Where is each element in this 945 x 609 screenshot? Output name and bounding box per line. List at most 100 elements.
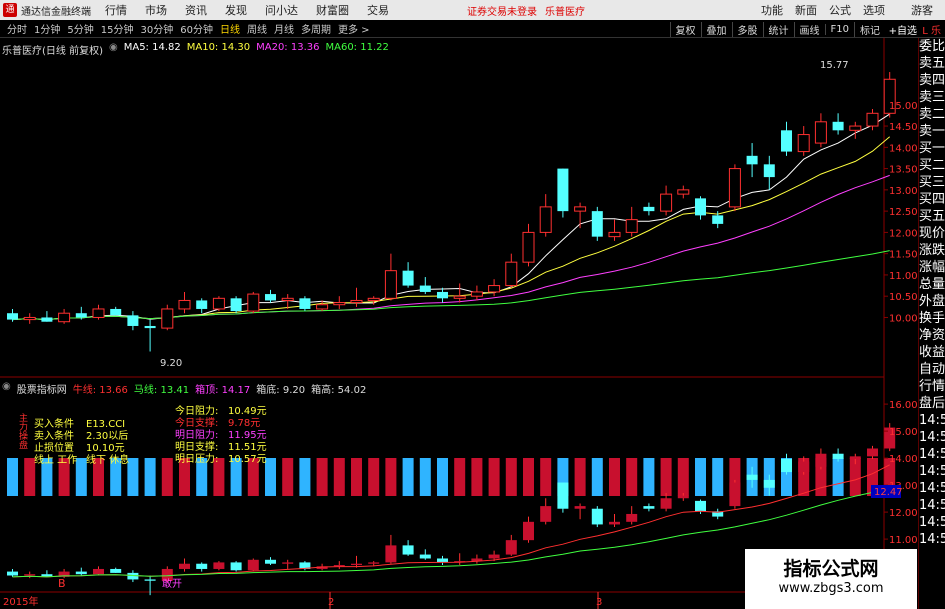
signal-b-label: B bbox=[58, 577, 66, 590]
side-panel-item[interactable]: 14:5 bbox=[919, 429, 945, 446]
candle-body bbox=[677, 189, 690, 195]
sub-block-bar bbox=[419, 458, 431, 496]
sub-candle-body bbox=[677, 495, 689, 499]
candle-body bbox=[781, 130, 792, 152]
sub-block-bar bbox=[385, 458, 397, 496]
date-3-label: 3 bbox=[596, 597, 602, 608]
side-panel-item[interactable]: 14:5 bbox=[919, 480, 945, 497]
side-panel-item[interactable]: 卖五 bbox=[919, 55, 945, 72]
sub-candle-body bbox=[213, 562, 225, 569]
side-panel-item[interactable]: 行情 bbox=[919, 378, 945, 395]
candle-body bbox=[625, 219, 638, 233]
side-panel-item[interactable]: 卖二 bbox=[919, 106, 945, 123]
side-panel-item[interactable]: 卖四 bbox=[919, 72, 945, 89]
sub-candle bbox=[41, 570, 53, 577]
candle-body bbox=[367, 297, 380, 301]
side-panel-item[interactable]: 14:5 bbox=[919, 463, 945, 480]
sub-candle-body bbox=[523, 521, 534, 541]
side-panel-item[interactable]: 14:5 bbox=[919, 446, 945, 463]
sub-block-bar bbox=[712, 458, 724, 496]
sub-candle-body bbox=[368, 562, 380, 564]
sub-block-bar bbox=[505, 458, 517, 496]
sub-candle bbox=[265, 557, 276, 566]
candle bbox=[350, 287, 363, 307]
main-candles bbox=[7, 72, 896, 352]
ma5-line bbox=[12, 113, 890, 321]
side-panel-item[interactable]: 净资 bbox=[919, 327, 945, 344]
box-mid-row-2: 10.10元 bbox=[86, 443, 125, 454]
candle-body bbox=[7, 313, 18, 320]
side-panel-item[interactable]: 自动 bbox=[919, 361, 945, 378]
candle bbox=[384, 253, 397, 301]
date-2-label: 2 bbox=[328, 597, 334, 608]
ma60-line bbox=[12, 250, 890, 321]
side-panel-item[interactable]: 外盘 bbox=[919, 293, 945, 310]
candle-body bbox=[797, 134, 810, 153]
candle-body bbox=[247, 293, 260, 312]
candle-body bbox=[281, 297, 294, 301]
side-panel-item[interactable]: 买一 bbox=[919, 140, 945, 157]
sub-candle bbox=[247, 558, 259, 572]
sub-block-bar bbox=[299, 458, 311, 496]
sub-candle-body bbox=[609, 521, 620, 525]
candle-body bbox=[144, 325, 156, 329]
candle-body bbox=[230, 298, 242, 312]
candle-body bbox=[574, 206, 587, 212]
side-panel-item[interactable]: 涨幅 bbox=[919, 259, 945, 276]
side-panel-item[interactable]: 涨跌 bbox=[919, 242, 945, 259]
box-right-val-4: 10.57元 bbox=[228, 454, 267, 465]
side-panel-item[interactable]: 14:5 bbox=[919, 412, 945, 429]
candle bbox=[574, 202, 587, 229]
candle bbox=[539, 194, 552, 237]
side-panel-item[interactable]: 总量 bbox=[919, 276, 945, 293]
side-panel-item[interactable]: 委比 bbox=[919, 38, 945, 55]
side-panel-item[interactable]: 14:5 bbox=[919, 531, 945, 548]
sub-block-bar bbox=[7, 458, 18, 496]
sub-candle bbox=[196, 562, 208, 572]
side-panel-item[interactable]: 现价 bbox=[919, 225, 945, 242]
sub-candle-body bbox=[781, 458, 792, 473]
sub-candle-body bbox=[247, 559, 259, 571]
candle bbox=[660, 185, 673, 216]
side-panel-item[interactable]: 买三 bbox=[919, 174, 945, 191]
sub-info-box: 主力操盘 买入条件 卖入条件 止损位置 线上 工作 E13.CCI 2.30以后… bbox=[17, 404, 267, 466]
sub-candle-body bbox=[265, 559, 276, 564]
side-panel-item[interactable]: 盘后 bbox=[919, 395, 945, 412]
candle bbox=[728, 164, 741, 212]
quote-side-panel: 委比 卖五 卖四 卖三 卖二 卖一 买一 买二 买三 买四 买五 现价 涨跌 涨幅 总量 外盘 换手 净资 收益 自动… bbox=[918, 38, 945, 609]
side-panel-item[interactable]: 买二 bbox=[919, 157, 945, 174]
candle-body bbox=[470, 291, 483, 297]
candle-body bbox=[437, 291, 448, 299]
side-panel-item[interactable]: 买五 bbox=[919, 208, 945, 225]
sub-block-bar bbox=[643, 458, 655, 496]
box-left-row-1: 卖入条件 bbox=[34, 429, 74, 442]
kline-chart-svg[interactable]: 15.00 14.50 14.00 13.50 13.00 12.50 12.00 11.50… bbox=[0, 0, 945, 609]
sub-candle-body bbox=[282, 562, 294, 564]
side-panel-item[interactable]: 收益 bbox=[919, 344, 945, 361]
sub-candle-body bbox=[849, 456, 861, 459]
candle bbox=[625, 206, 638, 237]
candle-body bbox=[178, 299, 191, 310]
sub-indicator-bars bbox=[7, 458, 896, 496]
candle bbox=[437, 287, 448, 303]
side-panel-item[interactable]: 换手 bbox=[919, 310, 945, 327]
side-panel-item[interactable]: 卖一 bbox=[919, 123, 945, 140]
candle bbox=[230, 296, 242, 314]
side-panel-item[interactable]: 卖三 bbox=[919, 89, 945, 106]
sub-axis-label: 16.00 bbox=[889, 400, 918, 411]
sub-candle-body bbox=[385, 545, 397, 563]
candle-body bbox=[75, 313, 87, 318]
side-panel-item[interactable]: 14:5 bbox=[919, 514, 945, 531]
candle bbox=[247, 291, 260, 314]
side-panel-item[interactable]: 买四 bbox=[919, 191, 945, 208]
sub-candle-body bbox=[230, 562, 242, 571]
box-right-label-3: 明日支撑: bbox=[175, 440, 218, 453]
sub-candle bbox=[523, 516, 534, 543]
side-panel-item[interactable]: 14:5 bbox=[919, 497, 945, 514]
candle-body bbox=[522, 231, 535, 263]
candle bbox=[161, 304, 174, 331]
sub-block-bar bbox=[695, 458, 706, 496]
candle-body bbox=[58, 312, 71, 323]
sub-block-bar bbox=[437, 458, 448, 496]
main-axis-label: 14.00 bbox=[889, 143, 918, 154]
